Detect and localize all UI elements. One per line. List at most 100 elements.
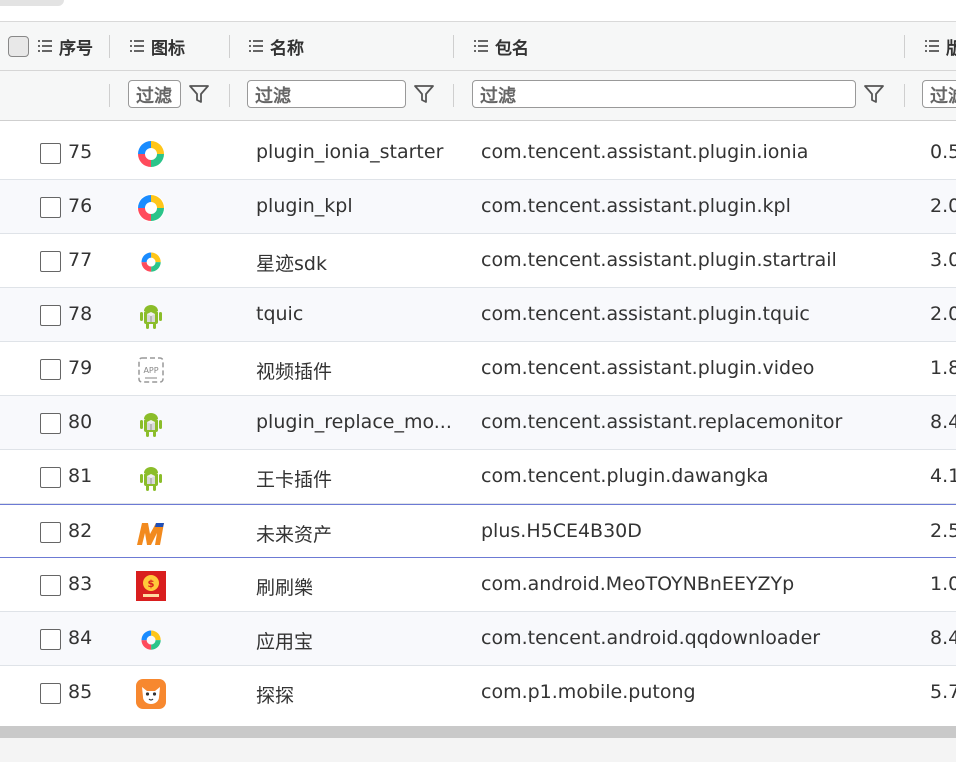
- row-package: com.tencent.android.qqdownloader: [481, 627, 821, 649]
- row-index: 83: [68, 573, 93, 595]
- table-row[interactable]: 83 $ 刷刷樂 com.android.MeoTOYNBnEEYZYp 1.0: [0, 558, 956, 612]
- column-header-name[interactable]: 名称: [249, 35, 304, 59]
- svg-text:$: $: [148, 579, 155, 590]
- row-package: com.tencent.assistant.plugin.video: [481, 357, 815, 379]
- top-bar: [0, 0, 956, 22]
- horizontal-scrollbar[interactable]: [0, 726, 956, 738]
- column-divider[interactable]: [229, 35, 230, 58]
- row-name: 视频插件: [256, 361, 333, 383]
- column-divider: [904, 84, 905, 107]
- yingyongbao-icon: [141, 252, 161, 272]
- row-version: 2.0: [930, 195, 956, 217]
- row-version: 5.7: [930, 681, 956, 703]
- column-divider: [453, 84, 454, 107]
- filter-input-version[interactable]: 过滤: [922, 80, 956, 108]
- table-row[interactable]: 80 plugin_replace_mo... com.tencent.assi…: [0, 396, 956, 450]
- table-row[interactable]: 81 王卡插件 com.tencent.plugin.dawangka 4.1: [0, 450, 956, 504]
- row-index: 75: [68, 141, 93, 163]
- table-row[interactable]: 76 plugin_kpl com.tencent.assistant.plug…: [0, 180, 956, 234]
- android-icon: [140, 467, 162, 491]
- column-divider[interactable]: [453, 35, 454, 58]
- row-index: 76: [68, 195, 93, 217]
- row-index: 79: [68, 357, 93, 379]
- row-index: 80: [68, 411, 93, 433]
- table-row[interactable]: 78 tquic com.tencent.assistant.plugin.tq…: [0, 288, 956, 342]
- red-coin-app-icon: $: [136, 571, 166, 601]
- column-header-label: 包名: [495, 38, 529, 59]
- filter-input-icon[interactable]: 过滤: [128, 80, 181, 108]
- column-menu-icon[interactable]: [130, 40, 144, 52]
- table-row[interactable]: 77 星迹sdk com.tencent.assistant.plugin.st…: [0, 234, 956, 288]
- column-divider[interactable]: [904, 35, 905, 58]
- column-header-index[interactable]: 序号: [38, 35, 93, 59]
- row-checkbox[interactable]: [40, 197, 61, 218]
- table-row[interactable]: 79 APP 视频插件 com.tencent.assistant.plugin…: [0, 342, 956, 396]
- row-version: 1.8: [930, 357, 956, 379]
- filter-icon[interactable]: [863, 83, 885, 105]
- svg-text:APP: APP: [143, 366, 158, 375]
- row-checkbox[interactable]: [40, 683, 61, 704]
- row-version: 3.0: [930, 249, 956, 271]
- column-menu-icon[interactable]: [249, 40, 263, 52]
- column-divider[interactable]: [109, 35, 110, 58]
- table-row[interactable]: 85 探探 com.p1.mobile.putong 5.7: [0, 666, 956, 718]
- row-checkbox[interactable]: [40, 359, 61, 380]
- filter-row: 过滤 过滤 过滤 过滤: [0, 71, 956, 121]
- filter-icon[interactable]: [413, 83, 435, 105]
- row-version: 2.5: [930, 520, 956, 542]
- column-header-package[interactable]: 包名: [474, 35, 529, 59]
- row-name: 王卡插件: [256, 469, 333, 491]
- row-package: com.tencent.plugin.dawangka: [481, 465, 769, 487]
- row-checkbox[interactable]: [40, 629, 61, 650]
- row-checkbox[interactable]: [40, 522, 61, 543]
- row-checkbox[interactable]: [40, 143, 61, 164]
- row-name: 刷刷樂: [256, 577, 314, 599]
- filter-input-name[interactable]: 过滤: [247, 80, 406, 108]
- column-menu-icon[interactable]: [38, 40, 52, 52]
- row-name: plugin_ionia_starter: [256, 141, 444, 163]
- row-index: 78: [68, 303, 93, 325]
- data-grid: 序号 图标 名称 包名 版 过滤 过滤 过滤 过 75 plugin_ionia…: [0, 22, 956, 718]
- filter-icon[interactable]: [188, 83, 210, 105]
- row-checkbox[interactable]: [40, 305, 61, 326]
- column-menu-icon[interactable]: [474, 40, 488, 52]
- table-row-selected[interactable]: 82 未来资产 plus.H5CE4B30D 2.5: [0, 504, 956, 558]
- row-package: com.tencent.assistant.plugin.ionia: [481, 141, 809, 163]
- row-package: plus.H5CE4B30D: [481, 520, 642, 542]
- column-divider: [109, 84, 110, 107]
- row-version: 8.4: [930, 411, 956, 433]
- row-checkbox[interactable]: [40, 251, 61, 272]
- row-version: 1.0: [930, 573, 956, 595]
- column-header-label: 序号: [59, 38, 93, 59]
- row-checkbox[interactable]: [40, 575, 61, 596]
- tab-stub[interactable]: [0, 0, 64, 6]
- row-name: tquic: [256, 303, 304, 325]
- status-area: [0, 738, 956, 762]
- row-index: 85: [68, 681, 93, 703]
- row-checkbox[interactable]: [40, 467, 61, 488]
- row-name: plugin_replace_mo...: [256, 411, 452, 433]
- row-version: 8.4: [930, 627, 956, 649]
- fox-app-icon: [136, 679, 166, 709]
- column-header-label: 图标: [151, 38, 185, 59]
- table-row[interactable]: 84 应用宝 com.tencent.android.qqdownloader …: [0, 612, 956, 666]
- row-package: com.tencent.assistant.plugin.startrail: [481, 249, 837, 271]
- column-header-version[interactable]: 版: [925, 35, 956, 59]
- table-body: 75 plugin_ionia_starter com.tencent.assi…: [0, 126, 956, 718]
- column-header-icon[interactable]: 图标: [130, 35, 185, 59]
- row-name: 探探: [256, 685, 295, 707]
- row-name: plugin_kpl: [256, 195, 353, 217]
- row-package: com.tencent.assistant.plugin.kpl: [481, 195, 791, 217]
- row-version: 2.0: [930, 303, 956, 325]
- column-header-label: 版: [946, 38, 956, 59]
- row-index: 77: [68, 249, 93, 271]
- yingyongbao-icon: [137, 140, 165, 168]
- column-menu-icon[interactable]: [925, 40, 939, 52]
- grid-header: 序号 图标 名称 包名 版: [0, 22, 956, 71]
- row-checkbox[interactable]: [40, 413, 61, 434]
- select-all-checkbox[interactable]: [8, 36, 29, 57]
- column-divider: [229, 84, 230, 107]
- filter-input-package[interactable]: 过滤: [472, 80, 856, 108]
- table-row[interactable]: 75 plugin_ionia_starter com.tencent.assi…: [0, 126, 956, 180]
- row-package: com.tencent.assistant.replacemonitor: [481, 411, 843, 433]
